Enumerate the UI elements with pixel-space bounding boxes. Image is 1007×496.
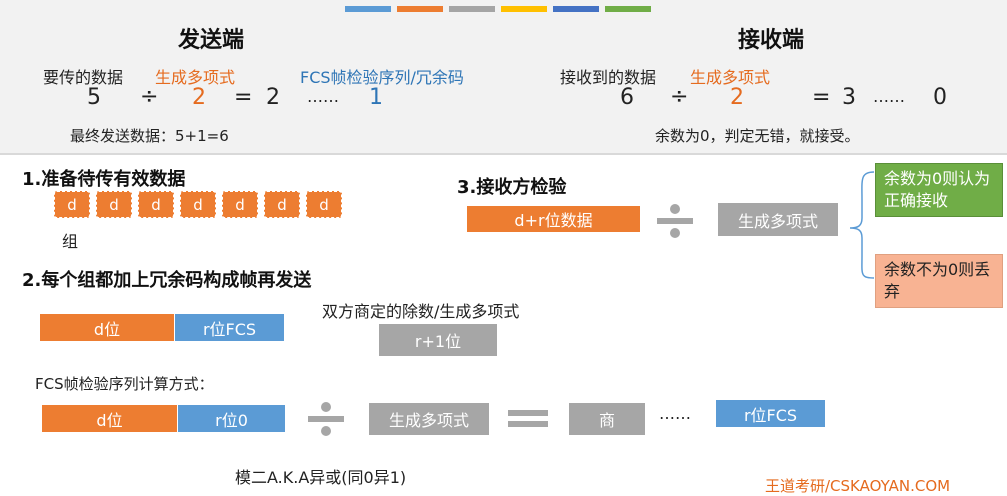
r-fcs-box: r位FCS <box>175 314 284 341</box>
receiver-conclusion: 余数为0，判定无错，就接受。 <box>655 127 860 145</box>
strip-segment <box>605 6 651 12</box>
sender-eq-quotient: 2 <box>266 85 280 110</box>
receiver-eq-divide: ÷ <box>670 84 689 109</box>
calc-d-bits-box: d位 <box>42 405 177 432</box>
d-plus-r-box: d+r位数据 <box>467 206 640 232</box>
sender-eq-poly: 2 <box>192 85 206 110</box>
receiver-eq-equals: = <box>812 85 831 110</box>
generator-poly-box: 生成多项式 <box>718 203 838 236</box>
discard-result-box: 余数不为0则丢弃 <box>875 254 1003 308</box>
divide-icon <box>657 204 693 238</box>
strip-segment <box>345 6 391 12</box>
divide-icon <box>308 402 344 436</box>
calc-r-zero-box: r位0 <box>178 405 285 432</box>
receiver-eq-poly: 2 <box>730 85 744 110</box>
divisor-label: 双方商定的除数/生成多项式 <box>322 302 520 321</box>
strip-segment <box>449 6 495 12</box>
data-cell: d <box>180 191 216 218</box>
d-bits-box: d位 <box>40 314 174 341</box>
sender-title: 发送端 <box>178 28 245 53</box>
data-cell: d <box>306 191 342 218</box>
accept-result-box: 余数为0则认为正确接收 <box>875 163 1003 217</box>
data-cell: d <box>96 191 132 218</box>
r-plus-1-box: r+1位 <box>379 324 497 356</box>
sender-eq-data: 5 <box>87 85 101 110</box>
data-cell: d <box>264 191 300 218</box>
calc-generator-poly-box: 生成多项式 <box>369 403 489 435</box>
sender-eq-divide: ÷ <box>140 84 159 109</box>
step2-heading: 2.每个组都加上冗余码构成帧再发送 <box>22 270 312 291</box>
mod2-note: 模二A.K.A异或(同0异1) <box>235 468 407 487</box>
strip-segment <box>553 6 599 12</box>
data-cell: d <box>138 191 174 218</box>
sender-data-label: 要传的数据 <box>43 68 124 87</box>
data-cell: d <box>222 191 258 218</box>
watermark: 王道考研/CSKAOYAN.COM <box>765 477 951 495</box>
sender-eq-equals: = <box>234 85 253 110</box>
receiver-eq-quotient: 3 <box>842 85 856 110</box>
sender-eq-remainder: 1 <box>369 85 383 110</box>
step3-heading: 3.接收方检验 <box>457 177 567 198</box>
receiver-data-label: 接收到的数据 <box>560 68 657 87</box>
calc-dots: …… <box>659 404 691 423</box>
receiver-eq-dots: …… <box>873 87 905 106</box>
quotient-box: 商 <box>569 403 645 435</box>
strip-segment <box>501 6 547 12</box>
receiver-eq-data: 6 <box>620 85 634 110</box>
strip-segment <box>397 6 443 12</box>
section-divider <box>0 153 1007 155</box>
fcs-calc-heading: FCS帧检验序列计算方式： <box>35 375 214 393</box>
step1-heading: 1.准备待传有效数据 <box>22 169 186 190</box>
receiver-eq-remainder: 0 <box>933 85 947 110</box>
receiver-title: 接收端 <box>738 28 805 53</box>
group-label: 组 <box>62 232 79 251</box>
calc-r-fcs-box: r位FCS <box>716 400 825 427</box>
equals-icon <box>508 410 548 427</box>
sender-eq-dots: …… <box>307 87 339 106</box>
sender-final-data: 最终发送数据：5+1=6 <box>70 127 229 145</box>
brace-icon <box>849 171 875 279</box>
data-cell: d <box>54 191 90 218</box>
